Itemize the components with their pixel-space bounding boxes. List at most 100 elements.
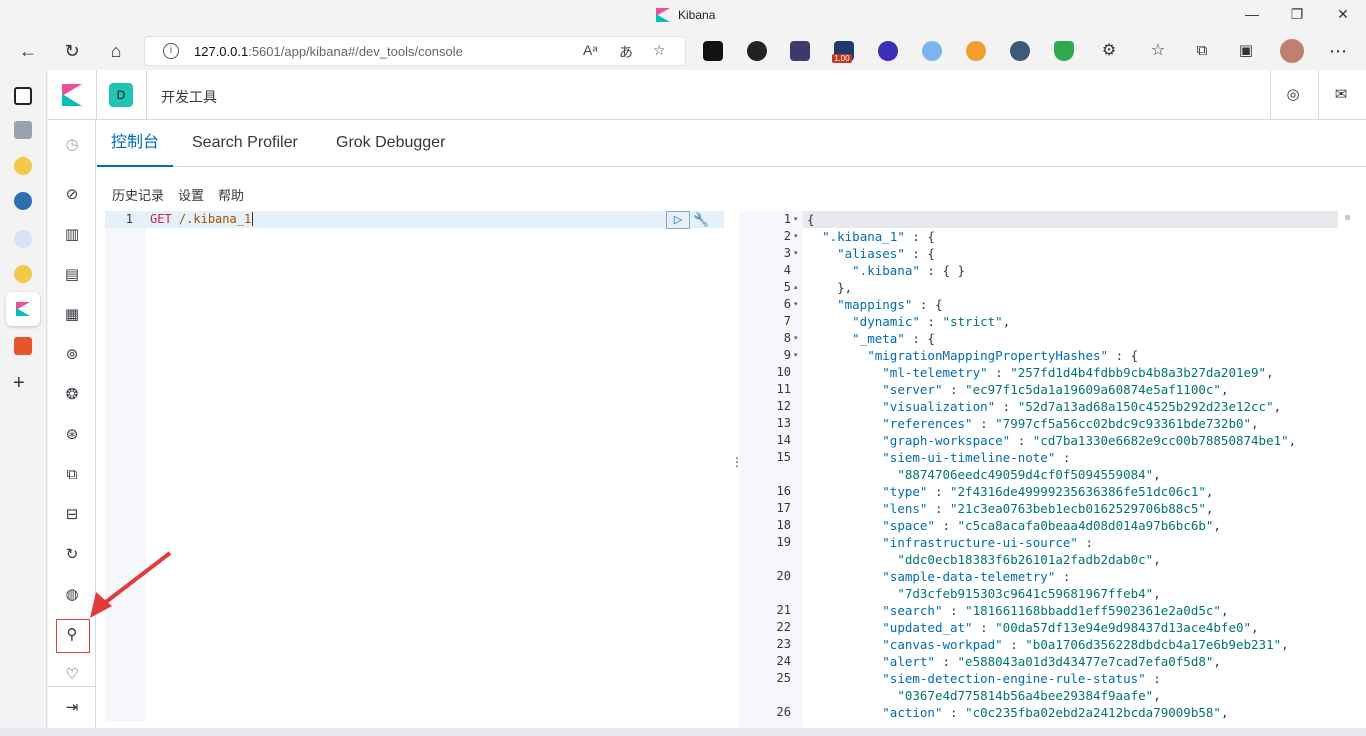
newsfeed-icon[interactable]: ✉: [1331, 85, 1351, 105]
help-link[interactable]: 帮助: [218, 185, 244, 204]
output-line-number: 10: [776, 365, 791, 379]
wrench-icon[interactable]: 🔧: [693, 212, 709, 228]
extension-adblock-icon[interactable]: [1054, 41, 1074, 61]
read-aloud-icon[interactable]: A͏ᵃ: [583, 42, 598, 58]
fold-toggle-icon[interactable]: ▴: [794, 279, 798, 296]
help-icon[interactable]: ◎: [1283, 85, 1303, 105]
extension-search-icon[interactable]: [922, 41, 942, 61]
address-bar[interactable]: i 127.0.0.1:5601/app/kibana#/dev_tools/c…: [144, 36, 686, 66]
output-line-number: [739, 687, 791, 704]
collapse-nav-icon[interactable]: ⇥: [62, 698, 82, 718]
output-line: "space" : "c5ca8acafa0beaa4d08d014a97b6b…: [882, 518, 1221, 533]
output-line: "visualization" : "52d7a13ad68a150c4525b…: [882, 399, 1282, 414]
editor-gutter: [105, 211, 146, 721]
extension-ia-icon[interactable]: [790, 41, 810, 61]
dashboard-icon[interactable]: ▤: [62, 265, 82, 285]
output-line-number: [739, 585, 791, 602]
tab-search-profiler[interactable]: Search Profiler: [178, 120, 312, 167]
math-solver-icon[interactable]: ▣: [1234, 39, 1258, 63]
recent-icon[interactable]: ◷: [62, 135, 82, 155]
apm-icon[interactable]: ⊟: [62, 505, 82, 525]
discover-icon[interactable]: ⊘: [62, 185, 82, 205]
canvas-icon[interactable]: ▦: [62, 305, 82, 325]
favorites-icon[interactable]: ☆: [1146, 39, 1170, 63]
collections-icon[interactable]: ⧉: [1190, 39, 1214, 63]
favorite-add-icon[interactable]: ☆: [653, 42, 666, 59]
sidebar-tab-kibana[interactable]: [6, 292, 40, 326]
output-line-number: 11: [776, 382, 791, 396]
extensions-icon[interactable]: ⚙: [1097, 39, 1121, 63]
sidebar-tab-4-icon[interactable]: [14, 265, 32, 283]
fold-toggle-icon[interactable]: ▾: [794, 296, 798, 313]
home-icon[interactable]: ⌂: [104, 39, 128, 63]
site-info-icon[interactable]: i: [163, 43, 179, 59]
output-line: "server" : "ec97f1c5da1a19609a60874e5af1…: [882, 382, 1229, 397]
response-output: 1 ▾ 2 ▾ 3 ▾ 4 5 ▴ 6 ▾ 7 8 ▾ 9 ▾ 10 11 12 13 14 15 16 17 18 19 20 21…: [739, 211, 1358, 736]
output-line-number: 5: [783, 280, 791, 294]
window-title: Kibana: [656, 8, 715, 22]
more-menu-icon[interactable]: ⋯: [1326, 39, 1350, 63]
extension-s-icon[interactable]: [878, 41, 898, 61]
sidebar-tab-3-icon[interactable]: [14, 192, 32, 210]
logs-icon[interactable]: ⧉: [62, 465, 82, 485]
output-line: "action" : "c0c235fba02ebd2a2412bcda7900…: [882, 705, 1229, 720]
uptime-icon[interactable]: ↻: [62, 545, 82, 565]
request-path: /.kibana_1: [178, 212, 252, 226]
maps-icon[interactable]: ⊚: [62, 345, 82, 365]
sidebar-tab-2-icon[interactable]: [14, 157, 32, 175]
minimize-button[interactable]: —: [1237, 6, 1267, 22]
output-line: "0367e4d775814b56a4bee29384f9aafe",: [897, 688, 1161, 703]
fold-toggle-icon[interactable]: ▾: [794, 228, 798, 245]
back-icon[interactable]: ←: [16, 39, 40, 63]
visualize-icon[interactable]: ▥: [62, 225, 82, 245]
translate-icon[interactable]: あ: [619, 42, 633, 62]
kibana-header: D 开发工具 ◎ ✉: [48, 70, 1366, 120]
kibana-logo-icon[interactable]: [62, 84, 82, 106]
space-avatar[interactable]: D: [109, 83, 133, 107]
maximize-button[interactable]: ❐: [1282, 6, 1312, 23]
output-line-number: 7: [783, 314, 791, 328]
close-button[interactable]: ✕: [1328, 6, 1358, 23]
output-line-number: 2: [783, 229, 791, 243]
extension-cursor-icon[interactable]: [1010, 41, 1030, 61]
pane-resizer[interactable]: ⋮: [729, 211, 743, 721]
tab-grok-debugger[interactable]: Grok Debugger: [322, 120, 459, 167]
output-scrollbar[interactable]: [1345, 215, 1350, 220]
output-line-number: 21: [776, 603, 791, 617]
extension-shield-icon[interactable]: [966, 41, 986, 61]
infrastructure-icon[interactable]: ⊛: [62, 425, 82, 445]
kibana-side-nav: ◷ ⊘ ▥ ▤ ▦ ⊚ ❂ ⊛ ⧉ ⊟ ↻ ◍ ⚲ ♡ ⇥: [48, 120, 96, 736]
output-line: "siem-ui-timeline-note" :: [882, 450, 1071, 465]
profile-avatar[interactable]: [1280, 39, 1304, 63]
extension-dots-icon[interactable]: [747, 41, 767, 61]
editor-code[interactable]: GET /.kibana_1: [150, 212, 254, 226]
sidebar-tab-c-icon[interactable]: [14, 337, 32, 355]
url-text[interactable]: 127.0.0.1:5601/app/kibana#/dev_tools/con…: [194, 44, 463, 59]
ml-icon[interactable]: ❂: [62, 385, 82, 405]
refresh-icon[interactable]: ↻: [60, 39, 84, 63]
fold-toggle-icon[interactable]: ▾: [794, 211, 798, 228]
output-line: "ddc0ecb18383f6b26101a2fadb2dab0c",: [897, 552, 1161, 567]
output-line-number: 17: [776, 501, 791, 515]
output-line-number: 14: [776, 433, 791, 447]
sidebar-tab-search-icon[interactable]: [14, 230, 32, 248]
fold-toggle-icon[interactable]: ▾: [794, 347, 798, 364]
output-line-number: 1: [783, 212, 791, 226]
send-request-button[interactable]: ▷: [666, 211, 690, 229]
extension-l-icon[interactable]: [703, 41, 723, 61]
sidebar-tab-1-icon[interactable]: [14, 121, 32, 139]
kibana-tab-icon: [16, 302, 30, 316]
output-line: "graph-workspace" : "cd7ba1330e6682e9cc0…: [882, 433, 1297, 448]
settings-link[interactable]: 设置: [178, 185, 204, 204]
tab-console[interactable]: 控制台: [97, 120, 174, 167]
request-editor[interactable]: 1 GET /.kibana_1 ▷ 🔧: [105, 211, 724, 721]
new-tab-icon[interactable]: +: [13, 372, 25, 395]
kibana-app: D 开发工具 ◎ ✉ ◷ ⊘ ▥ ▤ ▦ ⊚ ❂ ⊛ ⧉ ⊟ ↻ ◍ ⚲ ♡ ⇥…: [48, 70, 1366, 736]
tab-actions-icon[interactable]: [14, 87, 32, 105]
siem-icon[interactable]: ◍: [62, 585, 82, 605]
fold-toggle-icon[interactable]: ▾: [794, 245, 798, 262]
output-code: { ".kibana_1" : { "aliases" : { ".kibana…: [807, 211, 1296, 721]
monitoring-icon[interactable]: ♡: [62, 665, 82, 685]
history-link[interactable]: 历史记录: [112, 185, 164, 204]
fold-toggle-icon[interactable]: ▾: [794, 330, 798, 347]
